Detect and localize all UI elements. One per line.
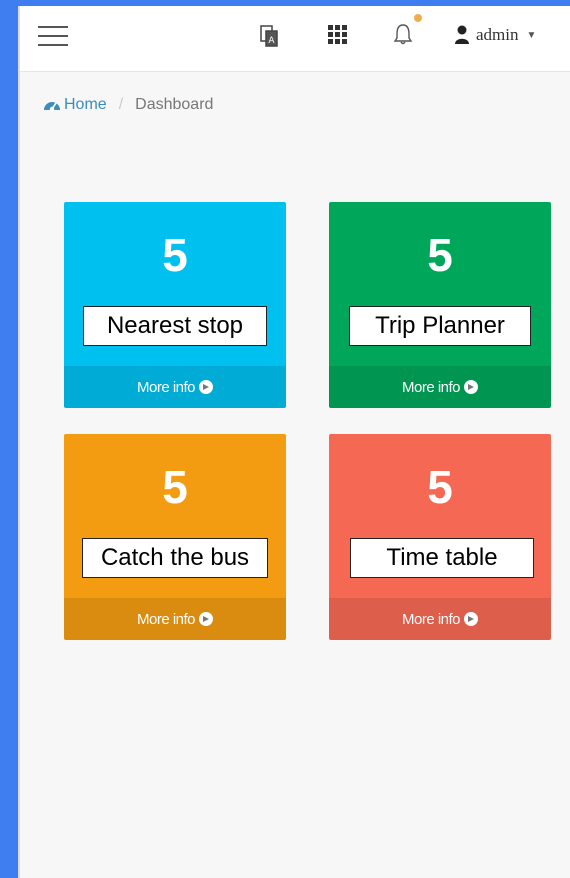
small-box-nearest-stop: 5 Nearest stop More info bbox=[64, 202, 286, 408]
box-count: 5 bbox=[162, 229, 188, 281]
more-info-link[interactable]: More info bbox=[64, 598, 286, 640]
top-navbar: A admin ▼ bbox=[20, 6, 570, 72]
more-info-link[interactable]: More info bbox=[329, 598, 551, 640]
breadcrumb-separator: / bbox=[118, 96, 124, 113]
bell-icon[interactable] bbox=[393, 22, 413, 51]
box-count: 5 bbox=[427, 461, 453, 513]
caret-down-icon: ▼ bbox=[526, 29, 537, 41]
arrow-circle-right-icon bbox=[199, 612, 214, 626]
box-count: 5 bbox=[427, 229, 453, 281]
more-info-label: More info bbox=[401, 610, 461, 628]
arrow-circle-right-icon bbox=[464, 612, 479, 626]
apps-grid-icon[interactable] bbox=[328, 25, 348, 50]
hamburger-menu-icon[interactable] bbox=[38, 24, 68, 48]
user-menu[interactable]: admin ▼ bbox=[454, 22, 536, 48]
dashboard-icon bbox=[44, 102, 60, 112]
breadcrumb: Home / Dashboard bbox=[42, 94, 213, 116]
notification-badge bbox=[412, 12, 424, 24]
user-icon bbox=[455, 25, 469, 44]
more-info-link[interactable]: More info bbox=[329, 366, 551, 408]
box-count: 5 bbox=[162, 461, 188, 513]
breadcrumb-home[interactable]: Home bbox=[42, 96, 107, 114]
breadcrumb-current: Dashboard bbox=[135, 96, 214, 113]
box-label: Trip Planner bbox=[349, 306, 531, 346]
box-label: Catch the bus bbox=[82, 538, 268, 578]
small-box-catch-the-bus: 5 Catch the bus More info bbox=[64, 434, 286, 640]
more-info-link[interactable]: More info bbox=[64, 366, 286, 408]
more-info-label: More info bbox=[136, 610, 196, 628]
more-info-label: More info bbox=[136, 378, 196, 396]
breadcrumb-home-label: Home bbox=[64, 96, 107, 113]
box-label: Nearest stop bbox=[83, 306, 267, 346]
small-box-trip-planner: 5 Trip Planner More info bbox=[329, 202, 551, 408]
box-label: Time table bbox=[350, 538, 534, 578]
small-box-time-table: 5 Time table More info bbox=[329, 434, 551, 640]
translate-icon[interactable]: A bbox=[260, 24, 278, 53]
user-name: admin bbox=[476, 25, 519, 44]
arrow-circle-right-icon bbox=[464, 380, 479, 394]
more-info-label: More info bbox=[401, 378, 461, 396]
app-frame: A admin ▼ Home / Dashboard 5 Nearest sto… bbox=[18, 6, 570, 878]
svg-text:A: A bbox=[268, 36, 275, 46]
arrow-circle-right-icon bbox=[199, 380, 214, 394]
